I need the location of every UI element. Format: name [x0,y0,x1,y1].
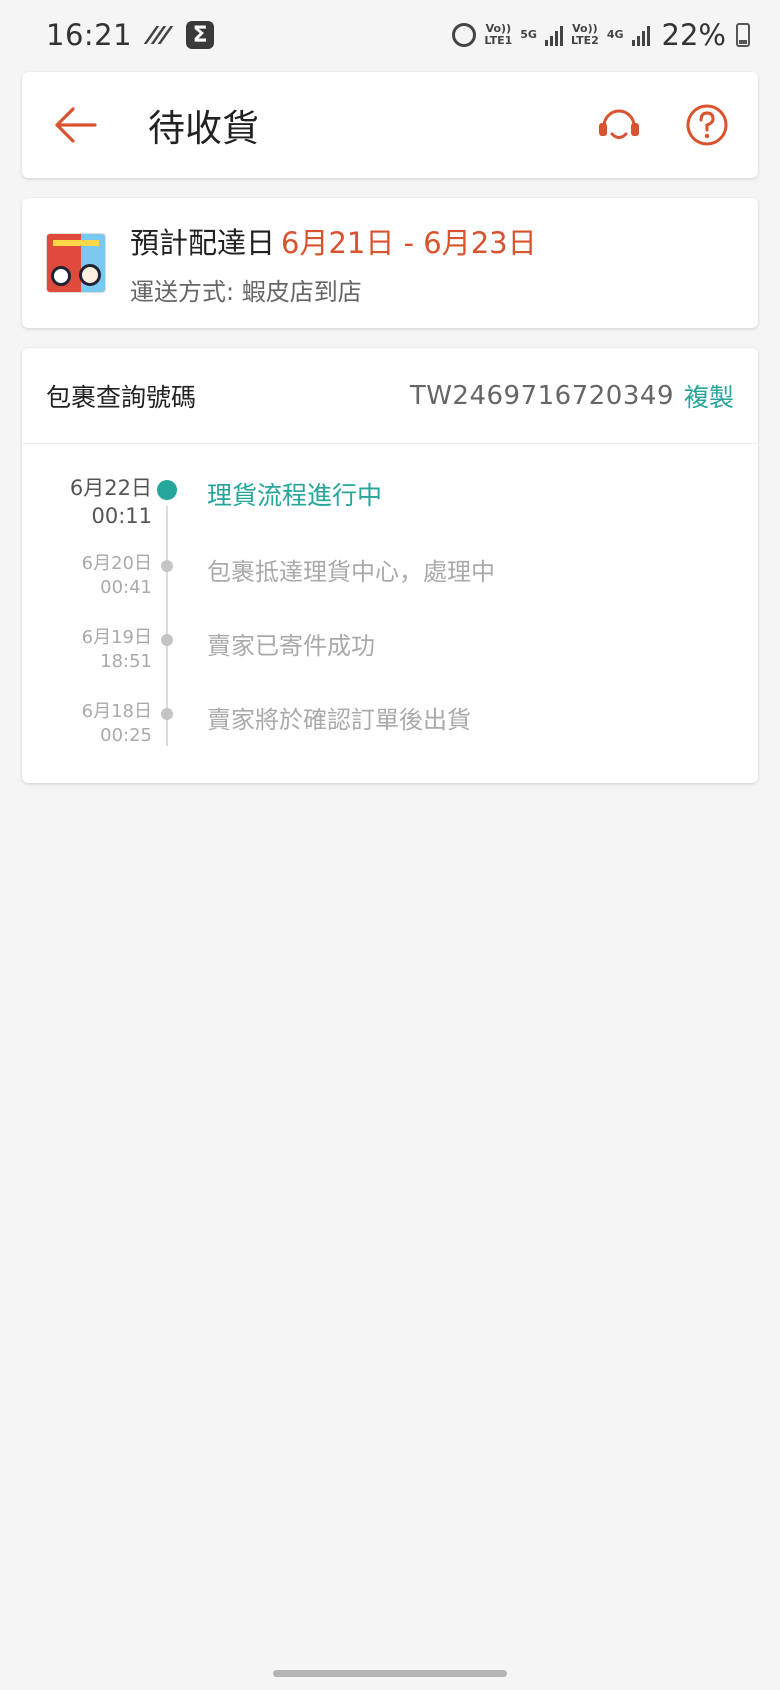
page-title: 待收貨 [148,107,259,150]
alarm-icon [452,23,477,47]
sigma-app-icon: Σ [186,21,215,49]
timeline-event: 6月20日 00:41 包裹抵達理貨中心，處理中 [22,548,758,622]
timeline-dot [161,634,173,646]
customer-service-button[interactable] [586,92,652,158]
event-time: 00:11 [91,504,152,528]
delivery-label: 預計配達日 [130,225,276,260]
product-thumbnail [46,233,106,293]
network1-label: Vo)) LTE1 [484,23,512,47]
network1-type: 5G [520,28,537,41]
signal1-icon [544,24,563,46]
timeline-event: 6月22日 00:11 理貨流程進行中 [22,474,758,548]
tracking-timeline: 6月22日 00:11 理貨流程進行中 6月20日 00:41 包裹抵達理貨中心… [22,444,758,770]
shipping-method: 運送方式: 蝦皮店到店 [130,277,362,306]
timeline-dot-active [157,480,177,500]
timeline-event: 6月19日 18:51 賣家已寄件成功 [22,622,758,696]
status-time: 16:21 [46,18,133,52]
thumb-character-1 [51,266,71,286]
thumb-character-2 [79,264,101,286]
copy-button[interactable]: 複製 [684,378,734,414]
sync-stripes-icon [143,26,174,44]
tracking-label: 包裹查詢號碼 [46,382,197,412]
help-button[interactable] [674,92,740,158]
delivery-estimate: 預計配達日 6月21日 - 6月23日 [130,220,537,262]
timeline-dot [161,560,173,572]
network1-lte: LTE1 [484,34,513,47]
tracking-number: TW2469716720349 [409,380,674,411]
delivery-estimate-card[interactable]: 預計配達日 6月21日 - 6月23日 運送方式: 蝦皮店到店 [22,198,758,328]
back-button[interactable] [30,72,120,178]
battery-percent: 22% [661,18,726,52]
network2-label: Vo)) LTE2 [571,23,599,47]
event-timestamp: 6月22日 00:11 [70,474,152,530]
home-indicator[interactable] [273,1670,507,1677]
event-time: 00:41 [100,577,152,598]
network2-lte: LTE2 [570,34,599,47]
back-arrow-icon [55,107,97,143]
header-bar: 待收貨 [22,72,758,178]
event-description: 賣家已寄件成功 [207,632,375,660]
network2-type: 4G [606,28,624,41]
event-date: 6月19日 [81,627,152,648]
event-description: 理貨流程進行中 [207,481,383,510]
timeline-dot [161,708,173,720]
tracking-number-row: 包裹查詢號碼 TW2469716720349 複製 [22,348,758,444]
delivery-date-range: 6月21日 - 6月23日 [281,225,537,260]
signal2-icon [631,24,650,46]
event-timestamp: 6月19日 18:51 [82,626,152,674]
event-timestamp: 6月20日 00:41 [82,552,152,600]
customer-service-headset-icon [599,109,639,139]
event-time: 00:25 [100,725,152,746]
battery-icon [736,23,750,47]
timeline-event: 6月18日 00:25 賣家將於確認訂單後出貨 [22,696,758,770]
event-timestamp: 6月18日 00:25 [82,700,152,748]
status-bar: 16:21 Σ Vo)) LTE1 5G Vo)) LTE2 4G 22% [0,0,780,70]
event-date: 6月20日 [81,553,152,574]
event-date: 6月18日 [81,701,152,722]
event-description: 賣家將於確認訂單後出貨 [207,706,471,734]
event-date: 6月22日 [69,476,152,500]
event-description: 包裹抵達理貨中心，處理中 [207,558,495,586]
tracking-card: 包裹查詢號碼 TW2469716720349 複製 6月22日 00:11 理貨… [22,348,758,783]
event-time: 18:51 [100,651,152,672]
help-question-icon [686,104,728,146]
thumb-banner [53,240,99,246]
